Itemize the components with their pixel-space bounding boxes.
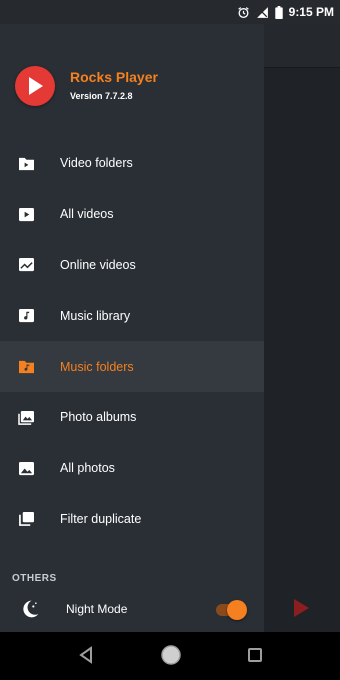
night-mode-label: Night Mode (66, 602, 128, 616)
navigation-drawer: Rocks Player Version 7.7.2.8 Video folde… (0, 24, 264, 632)
music-folder-icon (17, 358, 35, 376)
section-header-others: OTHERS (12, 573, 57, 581)
menu-item-music-library[interactable]: Music library (0, 290, 264, 341)
menu-item-label: Video folders (60, 156, 133, 171)
menu-item-music-folders[interactable]: Music folders (0, 341, 264, 392)
menu-item-all-photos[interactable]: All photos (0, 443, 264, 494)
menu-item-photo-albums[interactable]: Photo albums (0, 392, 264, 443)
folder-icon (17, 154, 35, 172)
image-icon (17, 459, 35, 477)
back-icon[interactable] (78, 645, 94, 670)
app-logo (15, 66, 55, 106)
menu-item-label: Music library (60, 308, 131, 323)
main-app-bar (264, 24, 340, 68)
system-navigation-bar (0, 632, 340, 680)
night-mode-row[interactable]: Night Mode (0, 588, 264, 632)
menu-item-label: All photos (60, 461, 115, 476)
photo-album-icon (17, 408, 35, 426)
status-time: 9:15 PM (288, 5, 334, 19)
drawer-header: Rocks Player Version 7.7.2.8 (0, 24, 264, 144)
night-mode-toggle[interactable] (216, 600, 248, 620)
menu-item-label: Photo albums (60, 410, 137, 425)
menu-item-label: Filter duplicate (60, 511, 142, 526)
music-note-icon (17, 307, 35, 325)
menu-item-all-videos[interactable]: All videos (0, 189, 264, 240)
drawer-menu: Video folders All videos Online videos M… (0, 138, 264, 544)
app-version: Version 7.7.2.8 (70, 91, 133, 101)
main-content-behind-drawer (264, 24, 340, 632)
trending-icon (17, 256, 35, 274)
menu-item-filter-duplicate[interactable]: Filter duplicate (0, 494, 264, 545)
battery-icon (274, 5, 283, 19)
menu-item-label: All videos (60, 207, 114, 222)
video-icon (17, 205, 35, 223)
menu-item-online-videos[interactable]: Online videos (0, 240, 264, 291)
status-bar: 9:15 PM (0, 0, 340, 24)
play-icon[interactable] (292, 598, 310, 623)
night-mode-icon (20, 599, 40, 624)
signal-icon (256, 6, 269, 19)
recents-icon[interactable] (248, 648, 262, 667)
menu-item-label: Music folders (60, 359, 134, 374)
menu-item-label: Online videos (60, 257, 136, 272)
toggle-thumb (227, 600, 247, 620)
menu-item-video-folders[interactable]: Video folders (0, 138, 264, 189)
app-name: Rocks Player (70, 69, 158, 85)
alarm-icon (237, 6, 250, 19)
home-icon[interactable] (160, 644, 182, 671)
duplicate-icon (17, 510, 35, 528)
